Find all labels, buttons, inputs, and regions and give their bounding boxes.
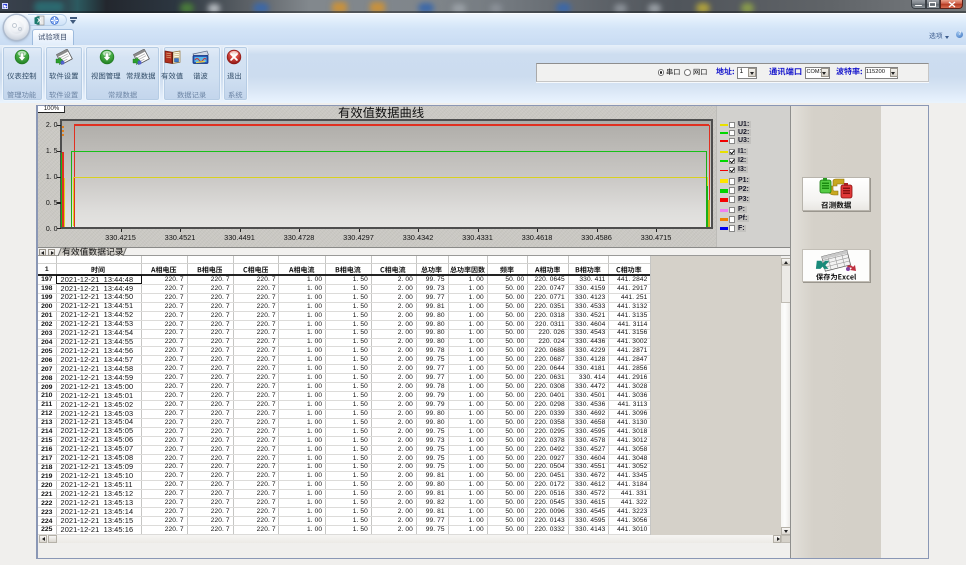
svg-text:X: X xyxy=(37,17,42,24)
